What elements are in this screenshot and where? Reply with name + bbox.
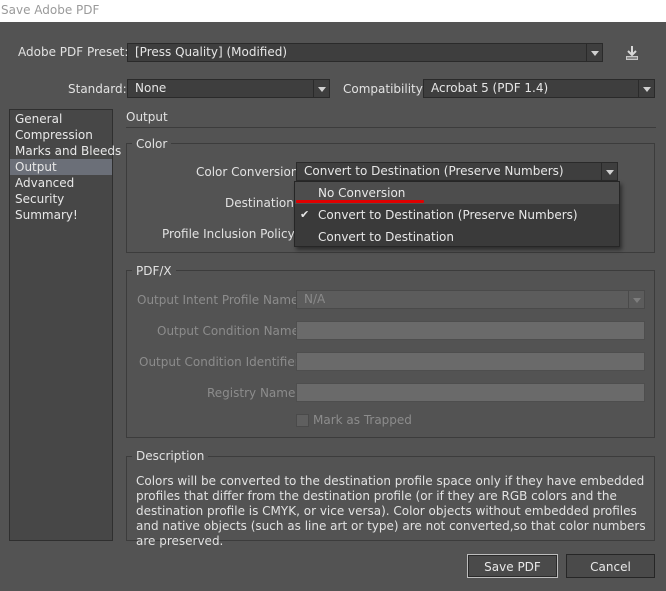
compatibility-label: Compatibility: <box>343 82 427 96</box>
sidebar-item-general[interactable]: General <box>10 111 112 127</box>
chevron-down-icon <box>586 44 602 61</box>
sidebar: General Compression Marks and Bleeds Out… <box>9 109 121 541</box>
preset-label: Adobe PDF Preset: <box>18 45 129 59</box>
output-intent-profile-value: N/A <box>304 292 326 306</box>
mark-as-trapped-label: Mark as Trapped <box>313 413 412 427</box>
output-condition-name-field <box>296 321 645 340</box>
option-label: No Conversion <box>318 186 406 200</box>
sidebar-item-marks-and-bleeds[interactable]: Marks and Bleeds <box>10 143 121 159</box>
color-conversion-label: Color Conversion: <box>196 165 303 179</box>
registry-name-field <box>296 383 645 402</box>
description-panel-title: Description <box>132 449 209 463</box>
output-condition-identifier-field <box>296 352 645 371</box>
output-intent-profile-label: Output Intent Profile Name: <box>137 293 303 307</box>
section-title: Output <box>126 110 168 124</box>
save-pdf-button[interactable]: Save PDF <box>467 554 558 578</box>
option-label: Convert to Destination <box>318 230 454 244</box>
sidebar-item-advanced[interactable]: Advanced <box>10 175 112 191</box>
option-convert-preserve-numbers[interactable]: ✔ Convert to Destination (Preserve Numbe… <box>295 204 619 226</box>
annotation-underline <box>296 200 424 203</box>
standard-value: None <box>135 81 167 95</box>
color-conversion-value: Convert to Destination (Preserve Numbers… <box>304 164 564 178</box>
cancel-button[interactable]: Cancel <box>566 554 655 578</box>
chevron-down-icon <box>628 291 644 308</box>
color-conversion-select[interactable]: Convert to Destination (Preserve Numbers… <box>296 162 618 181</box>
color-conversion-dropdown: No Conversion ✔ Convert to Destination (… <box>294 181 620 247</box>
destination-label: Destination: <box>225 196 298 210</box>
pdfx-panel-title: PDF/X <box>132 264 176 278</box>
registry-name-label: Registry Name: <box>207 386 300 400</box>
description-text: Colors will be converted to the destinat… <box>136 474 646 548</box>
preset-select[interactable]: [Press Quality] (Modified) <box>127 43 603 62</box>
sidebar-item-summary[interactable]: Summary! <box>10 207 112 223</box>
standard-label: Standard: <box>68 82 127 96</box>
standard-select[interactable]: None <box>127 79 330 98</box>
color-panel-title: Color <box>132 137 172 151</box>
compatibility-select[interactable]: Acrobat 5 (PDF 1.4) <box>423 79 655 98</box>
sidebar-item-output[interactable]: Output <box>10 159 112 175</box>
profile-inclusion-policy-label: Profile Inclusion Policy: <box>162 227 298 241</box>
window-title: Save Adobe PDF <box>0 0 666 22</box>
chevron-down-icon <box>638 80 654 97</box>
compatibility-value: Acrobat 5 (PDF 1.4) <box>431 81 549 95</box>
option-label: Convert to Destination (Preserve Numbers… <box>318 208 578 222</box>
checkmark-icon: ✔ <box>300 208 310 221</box>
download-icon[interactable] <box>622 43 642 63</box>
output-condition-name-label: Output Condition Name: <box>157 324 304 338</box>
output-condition-identifier-label: Output Condition Identifier: <box>139 355 304 369</box>
sidebar-item-security[interactable]: Security <box>10 191 112 207</box>
section-divider <box>126 127 656 128</box>
preset-value: [Press Quality] (Modified) <box>135 45 288 59</box>
sidebar-item-compression[interactable]: Compression <box>10 127 112 143</box>
mark-as-trapped-checkbox <box>296 414 309 427</box>
chevron-down-icon <box>601 163 617 180</box>
chevron-down-icon <box>313 80 329 97</box>
option-convert-to-destination[interactable]: Convert to Destination <box>295 226 619 248</box>
output-intent-profile-select: N/A <box>296 290 645 309</box>
